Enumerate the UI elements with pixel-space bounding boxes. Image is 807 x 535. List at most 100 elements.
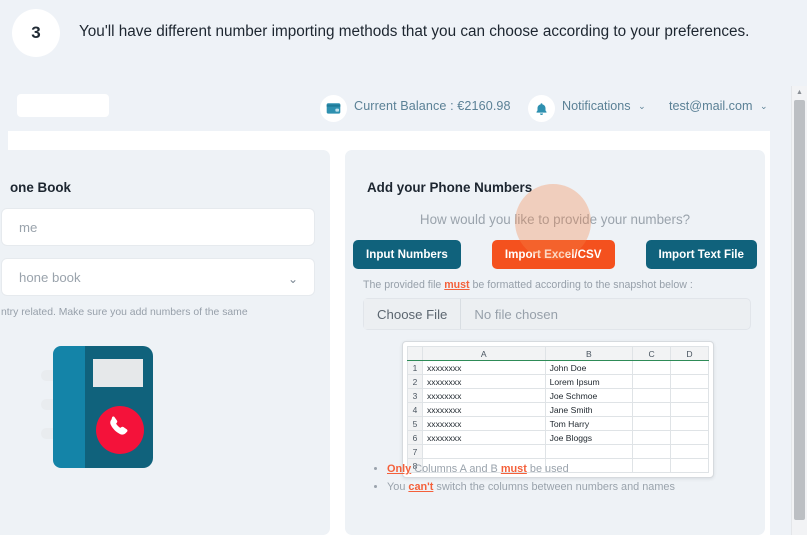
cell-d: [670, 374, 709, 389]
bell-icon[interactable]: [528, 95, 555, 122]
logo-placeholder[interactable]: [17, 94, 109, 117]
table-row: 1 xxxxxxxx John Doe: [407, 360, 709, 375]
vertical-scrollbar[interactable]: ▲: [791, 86, 807, 535]
chevron-down-icon: ⌄: [287, 272, 298, 286]
spreadsheet-table: A B C D 1 xxxxxxxx John Doe 2 xxxxxxxx L…: [407, 346, 709, 473]
spreadsheet-column-a: A: [422, 346, 546, 361]
cell-a: xxxxxxxx: [422, 430, 546, 445]
phone-book-select-value: hone book: [19, 270, 81, 285]
phone-book-help-text: ntry related. Make sure you add numbers …: [1, 307, 248, 318]
rule-text-2: be used: [526, 463, 569, 475]
file-upload-input[interactable]: Choose File No file chosen: [363, 298, 751, 330]
cell-c: [632, 402, 672, 417]
rule-emphasis: Only: [387, 463, 412, 475]
row-number: 6: [407, 430, 423, 445]
spreadsheet-column-b: B: [544, 346, 634, 361]
phone-book-select[interactable]: hone book ⌄: [1, 258, 315, 296]
notifications-label: Notifications: [562, 99, 631, 113]
row-number: 2: [407, 374, 423, 389]
cell-d: [670, 402, 709, 417]
cell-a: xxxxxxxx: [422, 402, 546, 417]
chevron-down-icon: ⌄: [759, 101, 768, 111]
format-rules-list: Only Columns A and B must be used You ca…: [375, 461, 765, 496]
cell-b: Joe Schmoe: [544, 388, 634, 403]
format-note: The provided file must be formatted acco…: [363, 279, 693, 291]
phone-book-card-title: one Book: [10, 180, 72, 195]
import-text-file-button[interactable]: Import Text File: [645, 240, 757, 269]
cell-a: [422, 444, 546, 459]
step-number-badge: 3: [12, 9, 60, 57]
cell-b: [544, 444, 634, 459]
cell-d: [670, 430, 709, 445]
spreadsheet-column-d: D: [670, 346, 709, 361]
import-excel-csv-button[interactable]: Import Excel/CSV: [491, 240, 615, 269]
cell-a: xxxxxxxx: [422, 374, 546, 389]
row-number: 1: [407, 360, 423, 375]
chevron-down-icon: ⌄: [638, 101, 646, 111]
cell-d: [670, 416, 709, 431]
choose-file-button[interactable]: Choose File: [364, 299, 462, 329]
cell-a: xxxxxxxx: [422, 416, 546, 431]
spreadsheet-header-row: A B C D: [407, 346, 709, 361]
import-method-buttons: Input Numbers Import Excel/CSV Import Te…: [345, 240, 765, 269]
input-numbers-button[interactable]: Input Numbers: [353, 240, 461, 269]
tutorial-callout: 3 You'll have different number importing…: [0, 0, 807, 86]
scroll-up-arrow-icon[interactable]: ▲: [792, 86, 807, 99]
table-row: 2 xxxxxxxx Lorem Ipsum: [407, 374, 709, 389]
format-note-suffix: be formatted according to the snapshot b…: [469, 279, 693, 291]
cell-b: Joe Bloggs: [544, 430, 634, 445]
cell-d: [670, 388, 709, 403]
format-note-prefix: The provided file: [363, 279, 445, 291]
wallet-icon: [320, 95, 347, 122]
cell-c: [632, 374, 672, 389]
rule-emphasis-2: can't: [408, 480, 434, 493]
cell-c: [632, 444, 672, 459]
row-number: 3: [407, 388, 423, 403]
row-number: 4: [407, 402, 423, 417]
row-number: 7: [407, 444, 423, 459]
row-number: 5: [407, 416, 423, 431]
spreadsheet-column-c: C: [632, 346, 672, 361]
list-item: You can't switch the columns between num…: [387, 479, 765, 497]
phone-book-illustration: [41, 342, 176, 472]
cell-b: Tom Harry: [544, 416, 634, 431]
cell-b: Jane Smith: [544, 402, 634, 417]
notifications-menu[interactable]: Notifications ⌄: [562, 99, 646, 113]
table-row: 3 xxxxxxxx Joe Schmoe: [407, 388, 709, 403]
cell-d: [670, 360, 709, 375]
rule-text-2: switch the columns between numbers and n…: [433, 480, 675, 493]
spreadsheet-corner-cell: [407, 346, 423, 361]
add-phone-numbers-card: Add your Phone Numbers How would you lik…: [345, 150, 765, 535]
cell-c: [632, 388, 672, 403]
app-screen: 3 You'll have different number importing…: [0, 0, 807, 535]
cell-b: John Doe: [544, 360, 634, 375]
rule-prefix: You: [387, 480, 409, 493]
current-balance-label: Current Balance : €2160.98: [354, 99, 511, 113]
list-item: Only Columns A and B must be used: [387, 461, 765, 479]
table-row: 6 xxxxxxxx Joe Bloggs: [407, 430, 709, 445]
table-row: 5 xxxxxxxx Tom Harry: [407, 416, 709, 431]
cell-c: [632, 416, 672, 431]
name-input-placeholder: me: [19, 220, 38, 235]
rule-emphasis-2: must: [500, 463, 527, 475]
cell-d: [670, 444, 709, 459]
cell-b: Lorem Ipsum: [544, 374, 634, 389]
rule-text: Columns A and B: [411, 463, 501, 475]
account-menu[interactable]: test@mail.com ⌄: [669, 99, 768, 113]
table-row: 4 xxxxxxxx Jane Smith: [407, 402, 709, 417]
cell-a: xxxxxxxx: [422, 388, 546, 403]
scrollbar-thumb[interactable]: [794, 100, 805, 520]
add-phone-numbers-title: Add your Phone Numbers: [367, 180, 533, 195]
page-content: one Book me hone book ⌄ ntry related. Ma…: [0, 131, 770, 535]
table-row: 7: [407, 444, 709, 459]
file-name-status: No file chosen: [474, 306, 558, 322]
cell-c: [632, 430, 672, 445]
format-note-emphasis: must: [444, 279, 470, 291]
import-method-prompt: How would you like to provide your numbe…: [419, 212, 691, 227]
name-input[interactable]: me: [1, 208, 315, 246]
cell-a: xxxxxxxx: [422, 360, 546, 375]
tutorial-callout-text: You'll have different number importing m…: [79, 23, 750, 40]
spreadsheet-snapshot: A B C D 1 xxxxxxxx John Doe 2 xxxxxxxx L…: [402, 341, 714, 478]
cell-c: [632, 360, 672, 375]
account-email-label: test@mail.com: [669, 99, 753, 113]
